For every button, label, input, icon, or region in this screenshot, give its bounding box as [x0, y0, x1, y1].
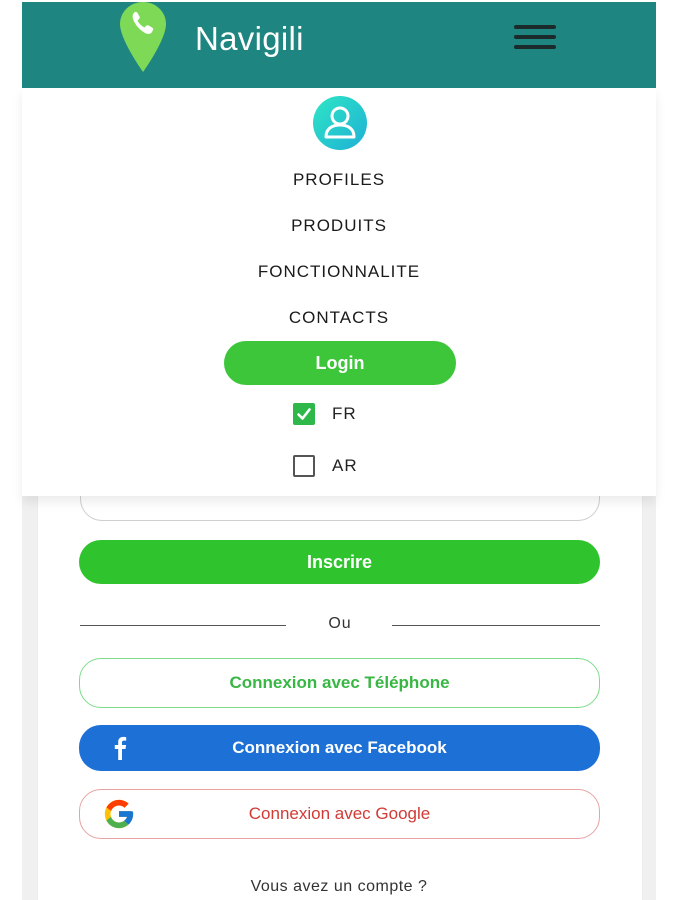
user-avatar-icon[interactable]: [313, 96, 367, 150]
app-header: Navigili: [22, 2, 656, 88]
divider-line-right: [392, 625, 600, 626]
hamburger-menu-icon[interactable]: [514, 24, 558, 54]
menu-item-contacts[interactable]: CONTACTS: [22, 308, 656, 328]
phone-login-label: Connexion avec Téléphone: [229, 673, 450, 692]
ar-label: AR: [332, 456, 358, 475]
fr-label: FR: [332, 404, 357, 423]
menu-item-profiles[interactable]: PROFILES: [22, 170, 656, 190]
divider-text: Ou: [328, 615, 352, 632]
ar-checkbox[interactable]: [293, 455, 315, 477]
facebook-login-button[interactable]: Connexion avec Facebook: [79, 725, 600, 771]
account-prompt-text: Vous avez un compte ?: [250, 878, 428, 895]
google-login-button[interactable]: Connexion avec Google: [79, 789, 600, 839]
menu-item-fonctionnalite[interactable]: FONCTIONNALITE: [22, 262, 656, 282]
brand-name[interactable]: Navigili: [195, 20, 304, 58]
login-button[interactable]: Login: [224, 341, 456, 385]
phone-location-pin-icon[interactable]: [120, 2, 166, 72]
google-icon: [102, 790, 136, 838]
checkmark-icon: [297, 408, 311, 420]
inscrire-button[interactable]: Inscrire: [79, 540, 600, 584]
background-band-right: [642, 496, 656, 900]
background-band-left: [22, 496, 38, 900]
menu-item-produits[interactable]: PRODUITS: [22, 216, 656, 236]
google-login-label: Connexion avec Google: [248, 804, 431, 823]
fr-checkbox[interactable]: [293, 403, 315, 425]
facebook-login-label: Connexion avec Facebook: [232, 738, 447, 757]
divider-line-left: [80, 625, 286, 626]
phone-login-button[interactable]: Connexion avec Téléphone: [79, 658, 600, 708]
facebook-icon: [113, 725, 127, 771]
